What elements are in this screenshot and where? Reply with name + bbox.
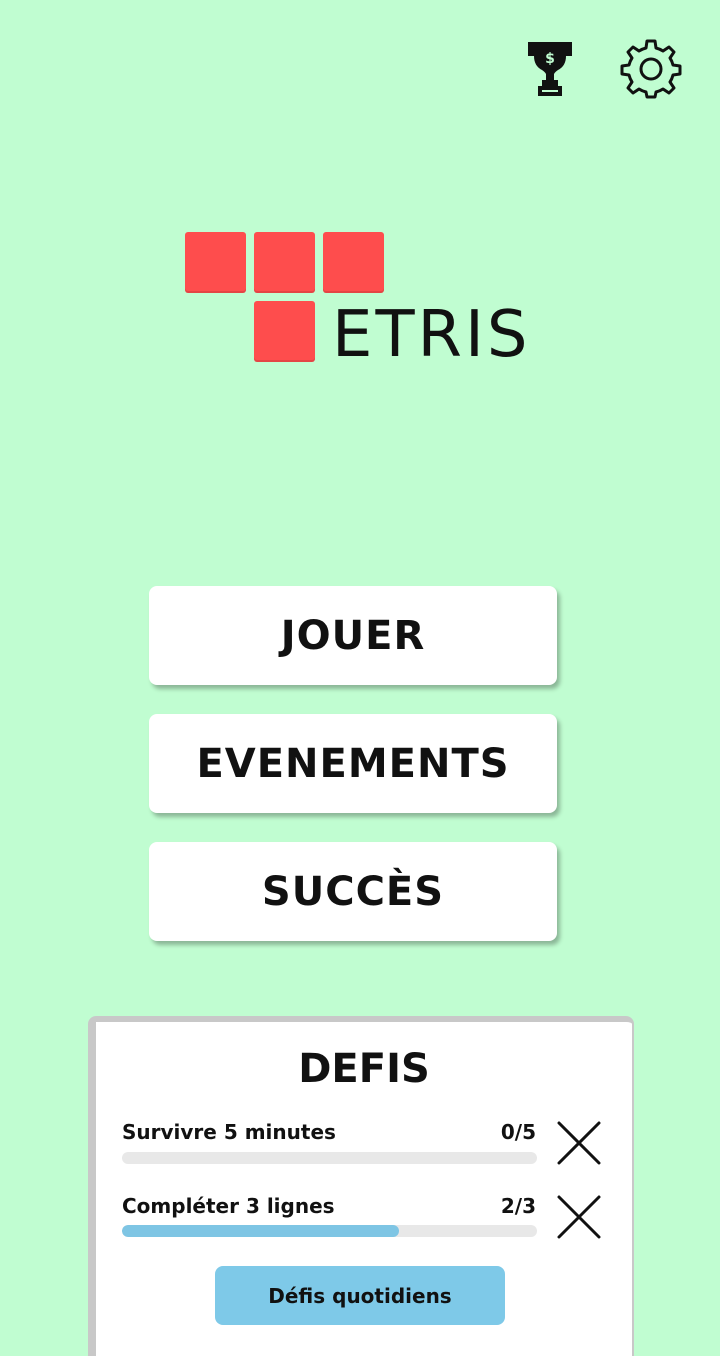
game-logo: ETRIS (185, 232, 545, 367)
challenge-count: 2/3 (500, 1194, 536, 1218)
events-button[interactable]: EVENEMENTS (149, 714, 557, 813)
challenge-progress-bar (122, 1152, 537, 1164)
logo-block (323, 232, 384, 293)
logo-text: ETRIS (332, 298, 531, 372)
challenges-title: DEFIS (298, 1046, 430, 1092)
play-button[interactable]: JOUER (149, 586, 557, 685)
trophy-icon[interactable]: $ (518, 36, 582, 100)
challenge-progress-fill (122, 1225, 399, 1237)
daily-challenges-button[interactable]: Défis quotidiens (215, 1266, 505, 1325)
challenge-count: 0/5 (500, 1120, 536, 1144)
gear-icon[interactable] (619, 36, 683, 100)
close-icon[interactable] (556, 1120, 602, 1166)
svg-text:$: $ (545, 51, 555, 67)
challenge-progress-bar (122, 1225, 537, 1237)
logo-block (254, 232, 315, 293)
logo-block (254, 301, 315, 362)
achievements-button[interactable]: SUCCÈS (149, 842, 557, 941)
logo-block (185, 232, 246, 293)
close-icon[interactable] (556, 1194, 602, 1240)
challenge-label: Compléter 3 lignes (122, 1194, 335, 1218)
challenges-panel: DEFIS Survivre 5 minutes 0/5 Compléter 3… (88, 1016, 634, 1356)
challenge-label: Survivre 5 minutes (122, 1120, 336, 1144)
